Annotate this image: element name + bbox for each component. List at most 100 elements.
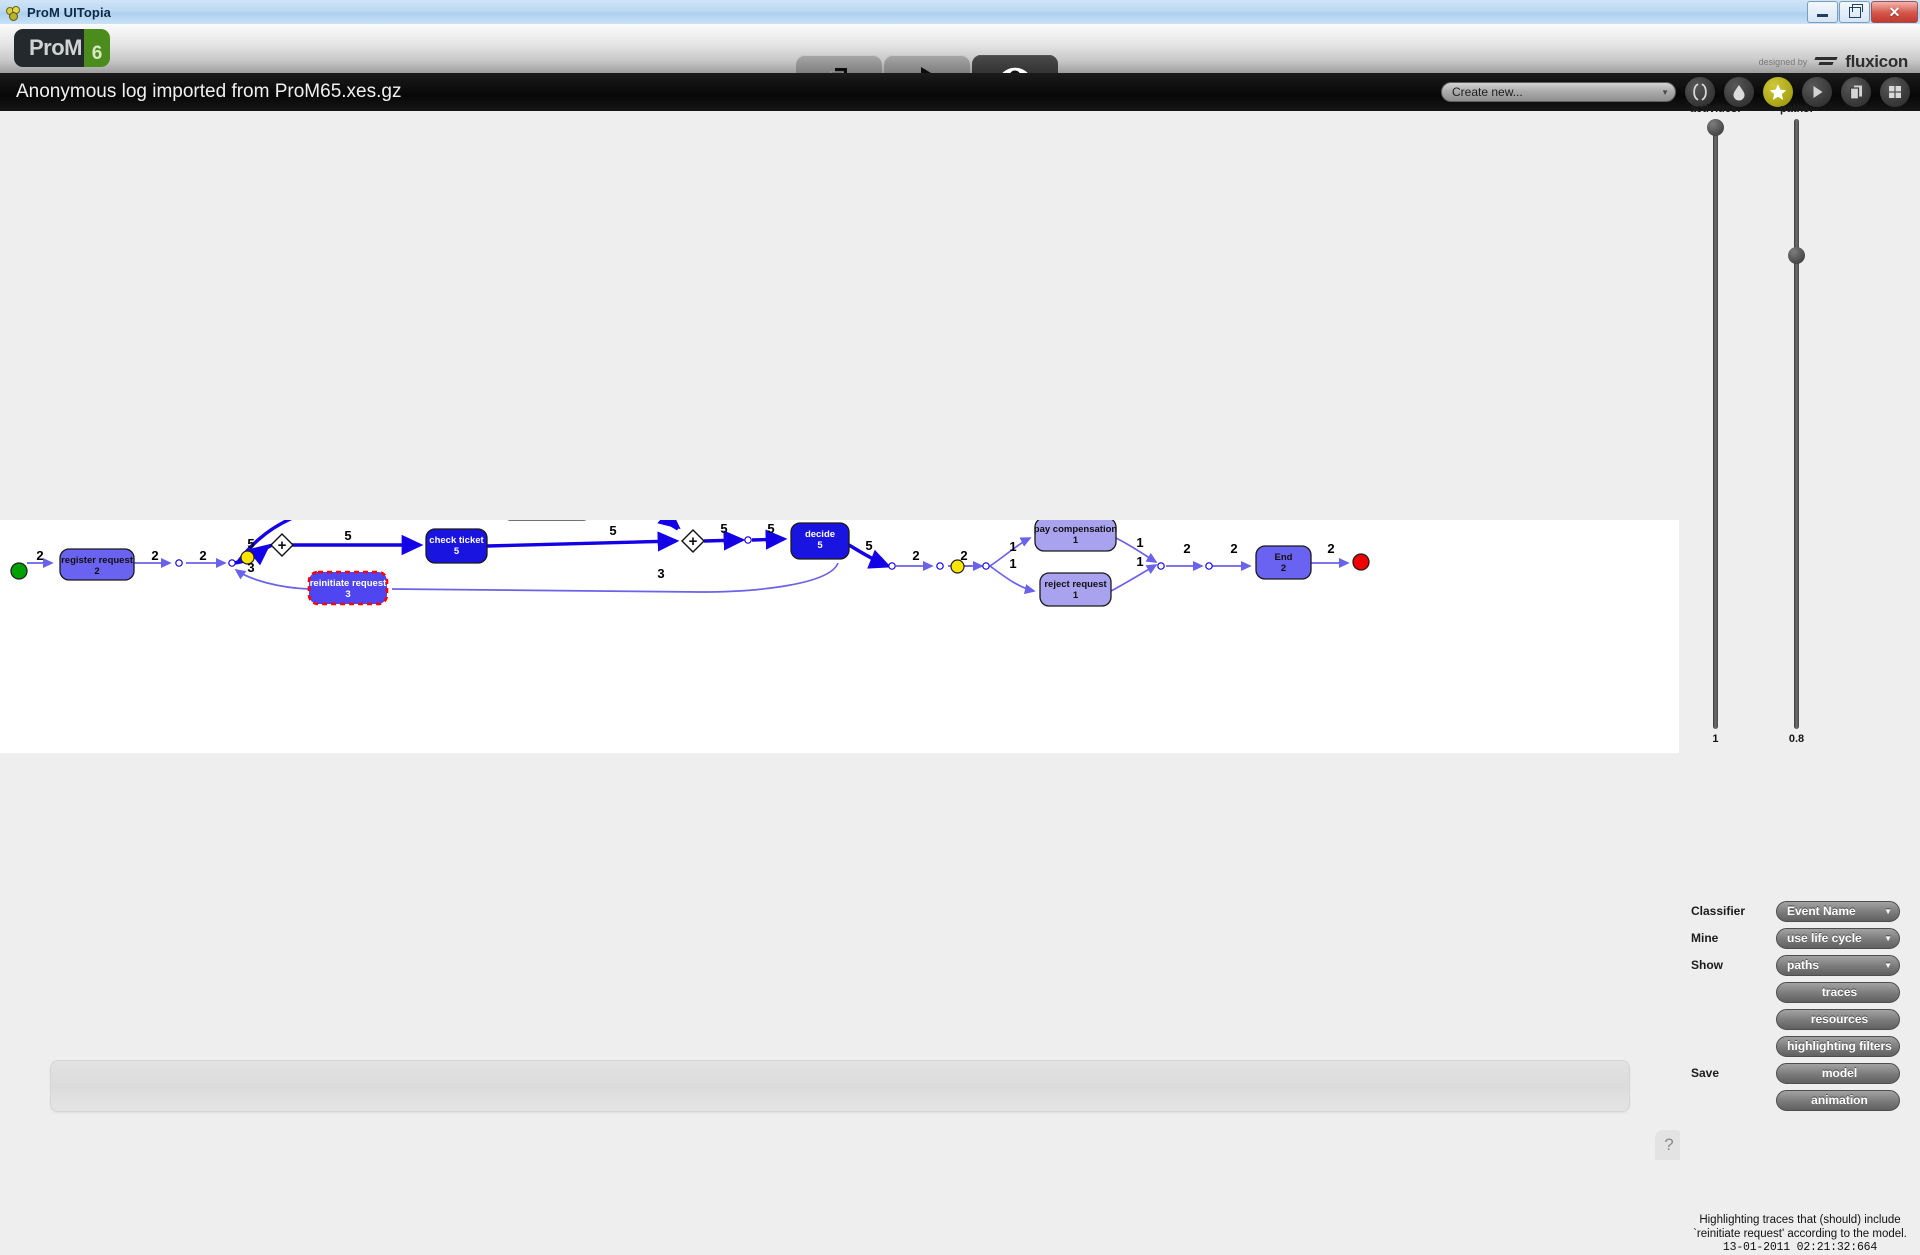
paths-slider[interactable]: paths: 0.8 [1780, 103, 1813, 745]
edge-frequency-label: 5 [767, 521, 774, 536]
workspace-button[interactable] [1841, 77, 1871, 107]
paths-slider-track[interactable] [1788, 119, 1805, 729]
filters-row: highlighting filters [1680, 1033, 1920, 1059]
window-controls: ✕ [1807, 1, 1918, 23]
edge-frequency-label: 2 [199, 548, 206, 563]
prom-logo-text: ProM [29, 35, 83, 60]
graph-node-check[interactable]: check ticket5 [425, 528, 488, 564]
node-label: register request [61, 555, 134, 566]
model-settings-form: Classifier Event Name ▼ Mine use life cy… [1680, 898, 1920, 1114]
copy-icon [1846, 82, 1866, 102]
graph-node-gw1[interactable]: + [270, 533, 294, 557]
droplet-icon [1729, 82, 1749, 102]
minimize-button[interactable] [1807, 1, 1838, 23]
save-model-button[interactable]: model [1776, 1062, 1900, 1084]
graph-node-reg[interactable]: register request2 [59, 548, 135, 581]
fluxicon-mark-icon [1813, 56, 1839, 68]
edge-frequency-label: 2 [36, 548, 43, 563]
highlighting-filters-button[interactable]: highlighting filters [1776, 1035, 1900, 1057]
bottom-info-panel[interactable] [50, 1060, 1630, 1112]
window-title-bar: ProM UITopia ✕ [0, 0, 1920, 25]
edge-frequency-label: 2 [1230, 541, 1237, 556]
graph-edge[interactable] [486, 531, 680, 552]
highlighting-filters-label: highlighting filters [1787, 1039, 1892, 1053]
node-label: check ticket [429, 535, 484, 546]
designed-by-label: designed by [1758, 57, 1808, 67]
mine-select[interactable]: use life cycle ▼ [1776, 927, 1900, 949]
close-button[interactable]: ✕ [1871, 1, 1918, 23]
save-animation-label: animation [1811, 1093, 1868, 1107]
graph-edge[interactable] [391, 562, 839, 593]
fluxicon-name: fluxicon [1845, 52, 1908, 71]
save-animation-button[interactable]: animation [1776, 1089, 1900, 1111]
graph-waypoint[interactable] [744, 536, 752, 544]
graph-edge[interactable] [1110, 564, 1158, 592]
graph-edge[interactable] [236, 520, 400, 564]
gateway-symbol: + [278, 537, 287, 554]
gateway-symbol: + [689, 533, 698, 550]
graph-edge[interactable] [751, 529, 788, 550]
star-icon [1768, 82, 1788, 102]
traces-button[interactable]: traces [1776, 981, 1900, 1003]
edge-frequency-label: 1 [1009, 539, 1016, 554]
graph-node-end[interactable] [1352, 553, 1370, 571]
brackets-icon [1690, 82, 1710, 102]
graph-waypoint[interactable] [936, 562, 944, 570]
chevron-down-icon: ▼ [1884, 906, 1892, 916]
vendor-credit: designed by fluxicon [1758, 52, 1909, 72]
status-note-line2: `reinitiate request' according to the mo… [1693, 1228, 1907, 1240]
graph-waypoint[interactable] [1205, 562, 1213, 570]
resources-button[interactable]: resources [1776, 1008, 1900, 1030]
page-title: Anonymous log imported from ProM65.xes.g… [16, 81, 402, 102]
node-label: End [1275, 552, 1293, 563]
resources-row: resources [1680, 1006, 1920, 1032]
activities-slider[interactable]: activities: 1 [1690, 103, 1741, 745]
prom-logo: ProM 6 [14, 29, 110, 67]
graph-waypoint[interactable] [228, 559, 236, 567]
graph-node-endnode[interactable]: End2 [1255, 545, 1312, 580]
graph-node-pay[interactable]: pay compensation1 [1034, 520, 1118, 552]
save-label: Save [1691, 1066, 1720, 1080]
edge-frequency-label: 1 [1009, 556, 1016, 571]
show-select[interactable]: paths ▼ [1776, 954, 1900, 976]
right-control-panel: activities: 1 paths: 0.8 Classifier Even… [1680, 103, 1920, 1254]
maximize-button[interactable] [1839, 1, 1870, 23]
graph-node-decide[interactable]: decide5 [790, 522, 850, 560]
classifier-value: Event Name [1787, 904, 1856, 918]
grid-button[interactable] [1880, 77, 1910, 107]
grid-icon [1885, 82, 1905, 102]
edge-frequency-label: 5 [344, 528, 351, 543]
graph-waypoint[interactable] [175, 559, 183, 567]
graph-waypoint[interactable] [888, 562, 896, 570]
graph-node-reject[interactable]: reject request1 [1039, 572, 1112, 607]
classifier-select[interactable]: Event Name ▼ [1776, 900, 1900, 922]
graph-waypoint[interactable] [982, 562, 990, 570]
help-button[interactable]: ? [1655, 1130, 1683, 1160]
graph-node-start[interactable] [10, 562, 28, 580]
edge-frequency-label: 5 [720, 521, 727, 536]
activities-slider-knob[interactable] [1706, 119, 1724, 136]
graph-edge[interactable] [703, 530, 746, 551]
node-frequency: 2 [1281, 563, 1286, 574]
mine-row: Mine use life cycle ▼ [1680, 925, 1920, 951]
activities-slider-track[interactable] [1706, 119, 1724, 729]
graph-node-reinit[interactable]: reinitiate request3 [307, 570, 389, 606]
header-actions: Create new... ▼ [1441, 73, 1910, 111]
activities-slider-label: activities: [1690, 103, 1741, 115]
window-title: ProM UITopia [27, 4, 112, 20]
fuzzy-model-graph[interactable]: register request2+examine casually4exami… [0, 520, 1679, 753]
process-model-canvas[interactable]: register request2+examine casually4exami… [0, 520, 1679, 753]
paths-slider-knob[interactable] [1788, 247, 1805, 264]
node-label: reinitiate request [310, 578, 387, 589]
activities-slider-value: 1 [1712, 733, 1719, 745]
graph-node-gw2[interactable]: + [681, 529, 705, 553]
save-animation-row: animation [1680, 1087, 1920, 1113]
mine-label: Mine [1691, 931, 1719, 945]
play-icon [1807, 82, 1827, 102]
save-model-label: model [1821, 1066, 1858, 1080]
create-new-dropdown[interactable]: Create new... ▼ [1441, 82, 1676, 102]
classifier-row: Classifier Event Name ▼ [1680, 898, 1920, 924]
node-label: reject request [1044, 579, 1107, 590]
resources-button-label: resources [1810, 1012, 1869, 1026]
graph-waypoint[interactable] [1157, 562, 1165, 570]
